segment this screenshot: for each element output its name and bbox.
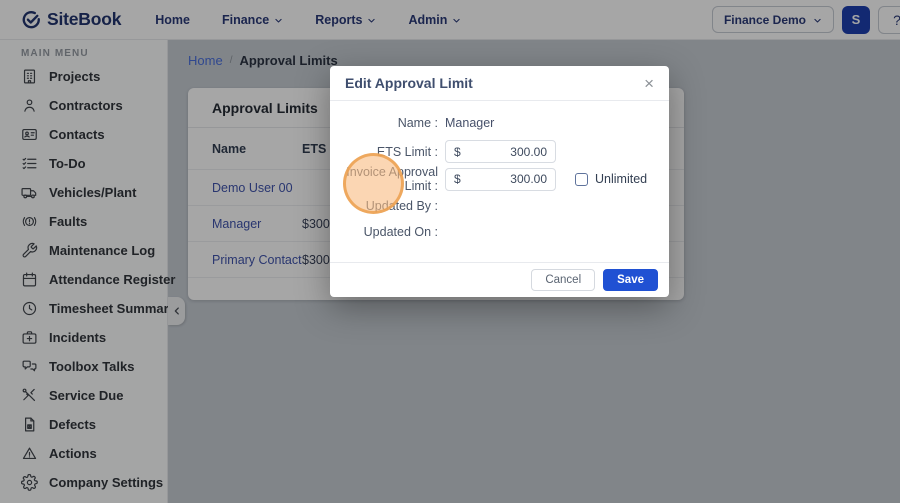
close-icon[interactable]: × bbox=[644, 75, 654, 92]
unlimited-checkbox[interactable] bbox=[575, 172, 588, 186]
invoice-limit-value: 300.00 bbox=[510, 172, 547, 186]
updated-on-row: Updated On : bbox=[330, 219, 669, 245]
ets-limit-input[interactable]: $ 300.00 bbox=[445, 140, 556, 163]
modal-title: Edit Approval Limit bbox=[345, 75, 473, 91]
cancel-button[interactable]: Cancel bbox=[531, 269, 596, 291]
modal-header: Edit Approval Limit × bbox=[330, 66, 669, 101]
save-button[interactable]: Save bbox=[603, 269, 658, 291]
updated-on-label: Updated On : bbox=[363, 225, 438, 239]
modal-footer: Cancel Save bbox=[330, 262, 669, 297]
app-window: SiteBook Home Finance Reports Admin Fina… bbox=[0, 0, 900, 503]
name-label: Name : bbox=[397, 116, 438, 130]
name-value: Manager bbox=[445, 116, 495, 130]
click-highlight-indicator bbox=[343, 153, 404, 214]
invoice-limit-input[interactable]: $ 300.00 bbox=[445, 167, 556, 191]
name-row: Name : Manager bbox=[330, 110, 669, 136]
currency-prefix: $ bbox=[454, 172, 461, 186]
currency-prefix: $ bbox=[454, 144, 461, 159]
unlimited-checkbox-group[interactable]: Unlimited bbox=[575, 172, 647, 186]
ets-limit-value: 300.00 bbox=[510, 144, 547, 159]
unlimited-label: Unlimited bbox=[595, 172, 648, 186]
